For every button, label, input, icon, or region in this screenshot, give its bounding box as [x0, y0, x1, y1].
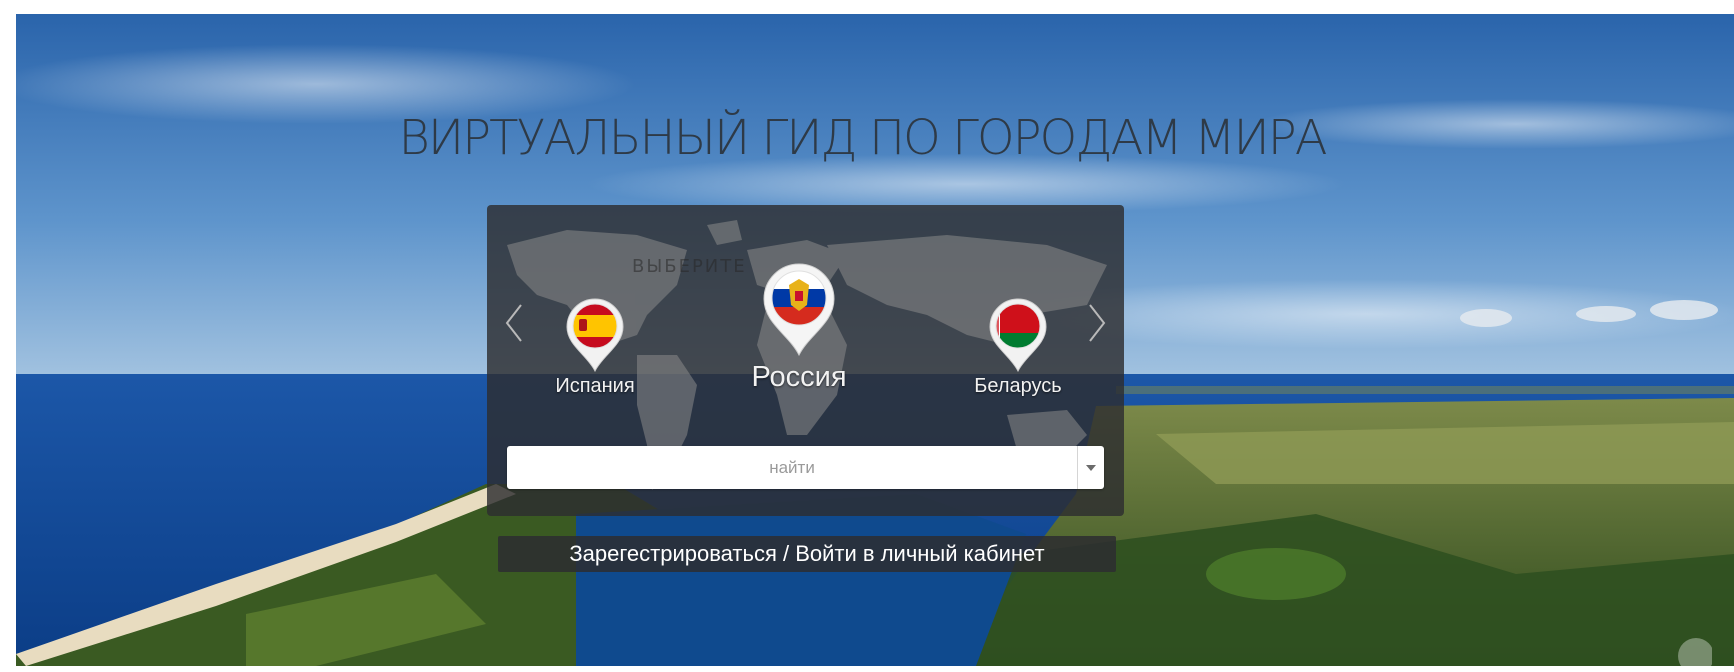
country-name: Россия — [751, 361, 847, 393]
chevron-right-icon — [1089, 304, 1106, 342]
page-title: ВИРТУАЛЬНЫЙ ГИД ПО ГОРОДАМ МИРА — [398, 110, 1327, 166]
search-dropdown-button[interactable] — [1077, 446, 1104, 489]
caret-down-icon — [1086, 464, 1096, 471]
country-name: Испания — [555, 375, 635, 397]
russia-flag-icon — [763, 263, 835, 357]
country-spain[interactable]: Испания — [539, 297, 651, 398]
register-login-button[interactable]: Зарегестрироваться / Войти в личный каби… — [498, 536, 1116, 572]
country-belarus[interactable]: Беларусь — [953, 297, 1083, 398]
country-russia[interactable]: Россия — [729, 263, 869, 394]
spain-flag-icon — [566, 298, 624, 373]
search-input[interactable] — [507, 446, 1077, 489]
prev-country-button[interactable] — [501, 301, 527, 345]
chevron-left-icon — [505, 304, 522, 342]
corner-badge-icon — [1678, 638, 1712, 666]
hero-background: ВИРТУАЛЬНЫЙ ГИД ПО ГОРОДАМ МИРА ВЫБЕРИТЕ — [16, 14, 1734, 666]
country-selector-panel: ВЫБЕРИТЕ Испания Россия Беларусь найти — [487, 205, 1124, 516]
belarus-flag-icon — [989, 298, 1047, 373]
search-box — [507, 446, 1104, 489]
next-country-button[interactable] — [1084, 301, 1110, 345]
country-name: Беларусь — [974, 375, 1062, 397]
